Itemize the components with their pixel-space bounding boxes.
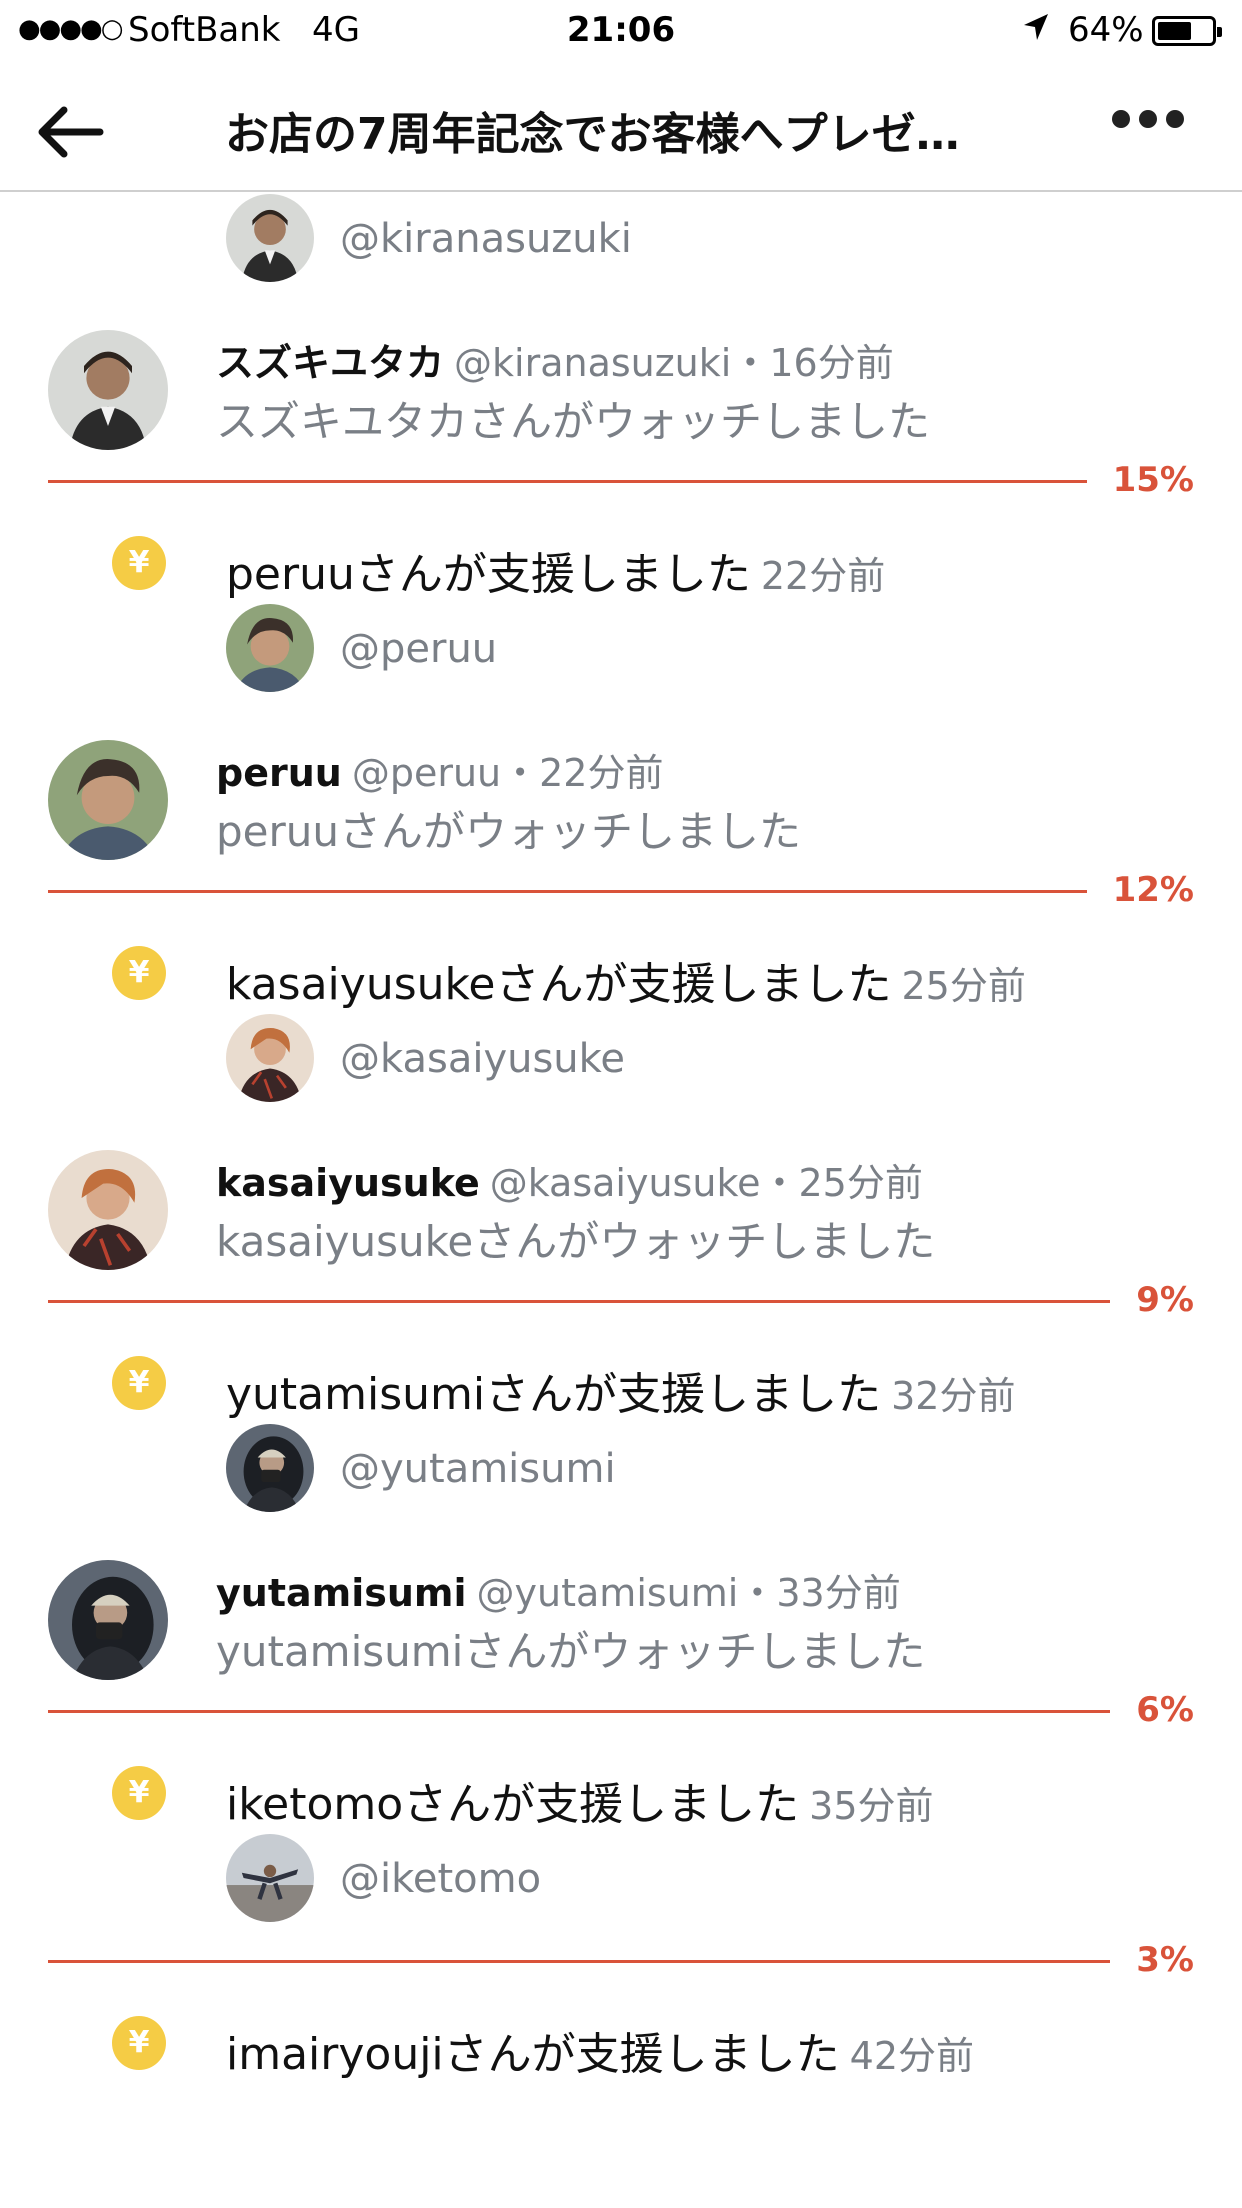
support-entry[interactable]: ¥ iketomoさんが支援しました 35分前 [0, 1736, 1242, 1832]
progress-percent: 6% [1136, 1690, 1194, 1730]
support-mention[interactable]: @peruu [0, 602, 1242, 700]
handle-and-time: @kasaiyusuke・25分前 [489, 1161, 923, 1205]
support-mention[interactable]: @yutamisumi [0, 1422, 1242, 1520]
avatar[interactable] [226, 194, 314, 282]
handle-and-time: @yutamisumi・33分前 [476, 1571, 901, 1615]
yen-icon: ¥ [112, 1766, 166, 1820]
status-time: 21:06 [566, 10, 676, 50]
support-text: yutamisumiさんが支援しました [226, 1369, 882, 1420]
more-options-icon[interactable] [1112, 110, 1184, 134]
watch-message: kasaiyusukeさんがウォッチしました [216, 1217, 936, 1266]
battery-icon [1152, 16, 1222, 46]
watch-entry[interactable]: スズキユタカ @kiranasuzuki・16分前 スズキユタカさんがウォッチしま… [0, 290, 1242, 450]
support-mention[interactable]: @kiranasuzuki [0, 192, 1242, 290]
handle-and-time: @kiranasuzuki・16分前 [454, 341, 894, 385]
progress-divider: 12% [0, 860, 1242, 916]
yen-icon: ¥ [112, 536, 166, 590]
status-bar: ●●●●○ SoftBank 4G 21:06 64% [0, 0, 1242, 62]
progress-percent: 12% [1112, 870, 1194, 910]
watch-header: スズキユタカ @kiranasuzuki・16分前 [216, 332, 894, 387]
progress-rule [48, 1300, 1110, 1303]
avatar[interactable] [226, 1424, 314, 1512]
avatar[interactable] [48, 1560, 168, 1680]
support-text: peruuさんが支援しました [226, 549, 751, 600]
avatar[interactable] [48, 1150, 168, 1270]
watch-entry[interactable]: kasaiyusuke @kasaiyusuke・25分前 kasaiyusuke… [0, 1110, 1242, 1270]
support-time: 25分前 [901, 964, 1026, 1008]
support-text-line: imairyoujiさんが支援しました 42分前 [226, 2018, 974, 2082]
support-text: imairyoujiさんが支援しました [226, 2029, 840, 2080]
progress-divider: 15% [0, 450, 1242, 506]
page-title: お店の7周年記念でお客様へプレゼ… [225, 109, 960, 160]
avatar[interactable] [226, 1014, 314, 1102]
watch-entry[interactable]: peruu @peruu・22分前 peruuさんがウォッチしました [0, 700, 1242, 860]
progress-rule [48, 1710, 1110, 1713]
progress-divider: 6% [0, 1680, 1242, 1736]
progress-percent: 9% [1136, 1280, 1194, 1320]
watch-message: yutamisumiさんがウォッチしました [216, 1627, 926, 1676]
handle-and-time: @peruu・22分前 [351, 751, 664, 795]
watch-header: kasaiyusuke @kasaiyusuke・25分前 [216, 1152, 923, 1207]
user-name[interactable]: kasaiyusuke [216, 1161, 480, 1205]
watch-header: yutamisumi @yutamisumi・33分前 [216, 1562, 901, 1617]
support-entry[interactable]: ¥ yutamisumiさんが支援しました 32分前 [0, 1326, 1242, 1422]
user-name[interactable]: peruu [216, 751, 342, 795]
progress-divider: 3% [0, 1930, 1242, 1986]
progress-rule [48, 890, 1087, 893]
support-text-line: kasaiyusukeさんが支援しました 25分前 [226, 948, 1026, 1012]
watch-message: peruuさんがウォッチしました [216, 807, 802, 856]
avatar[interactable] [48, 330, 168, 450]
activity-feed: @kiranasuzuki スズキユタカ @kiranasuzuki・16分前 ス… [0, 192, 1242, 2082]
mention-handle[interactable]: @iketomo [340, 1856, 541, 1902]
support-text-line: iketomoさんが支援しました 35分前 [226, 1768, 934, 1832]
watch-header: peruu @peruu・22分前 [216, 742, 663, 797]
support-time: 42分前 [849, 2034, 975, 2078]
support-time: 22分前 [760, 554, 886, 598]
progress-rule [48, 1960, 1110, 1963]
battery-nub [1217, 27, 1222, 37]
mention-handle[interactable]: @peruu [340, 626, 497, 672]
navigation-bar: お店の7周年記念でお客様へプレゼ… [0, 62, 1242, 192]
support-mention[interactable]: @iketomo [0, 1832, 1242, 1930]
support-entry[interactable]: ¥ peruuさんが支援しました 22分前 [0, 506, 1242, 602]
yen-icon: ¥ [112, 1356, 166, 1410]
avatar[interactable] [48, 740, 168, 860]
support-entry[interactable]: ¥ kasaiyusukeさんが支援しました 25分前 [0, 916, 1242, 1012]
user-name[interactable]: スズキユタカ [216, 341, 444, 385]
support-text: iketomoさんが支援しました [226, 1779, 800, 1830]
progress-divider: 9% [0, 1270, 1242, 1326]
support-text-line: peruuさんが支援しました 22分前 [226, 538, 885, 602]
watch-message: スズキユタカさんがウォッチしました [216, 397, 931, 446]
battery-fill [1158, 22, 1191, 40]
yen-icon: ¥ [112, 2016, 166, 2070]
support-entry[interactable]: ¥ imairyoujiさんが支援しました 42分前 [0, 1986, 1242, 2082]
mention-handle[interactable]: @yutamisumi [340, 1446, 616, 1492]
avatar[interactable] [226, 1834, 314, 1922]
yen-icon: ¥ [112, 946, 166, 1000]
mention-handle[interactable]: @kiranasuzuki [340, 216, 632, 262]
support-mention[interactable]: @kasaiyusuke [0, 1012, 1242, 1110]
progress-percent: 15% [1112, 460, 1194, 500]
location-arrow-icon [1022, 12, 1050, 50]
support-text: kasaiyusukeさんが支援しました [226, 959, 892, 1010]
back-arrow-icon[interactable] [34, 102, 104, 162]
watch-entry[interactable]: yutamisumi @yutamisumi・33分前 yutamisumiさんが… [0, 1520, 1242, 1680]
avatar[interactable] [226, 604, 314, 692]
support-text-line: yutamisumiさんが支援しました 32分前 [226, 1358, 1015, 1422]
mention-handle[interactable]: @kasaiyusuke [340, 1036, 625, 1082]
support-time: 35分前 [809, 1784, 934, 1828]
progress-percent: 3% [1136, 1940, 1194, 1980]
progress-rule [48, 480, 1087, 483]
battery-percent: 64% [1068, 10, 1144, 50]
support-time: 32分前 [891, 1374, 1016, 1418]
user-name[interactable]: yutamisumi [216, 1571, 467, 1615]
